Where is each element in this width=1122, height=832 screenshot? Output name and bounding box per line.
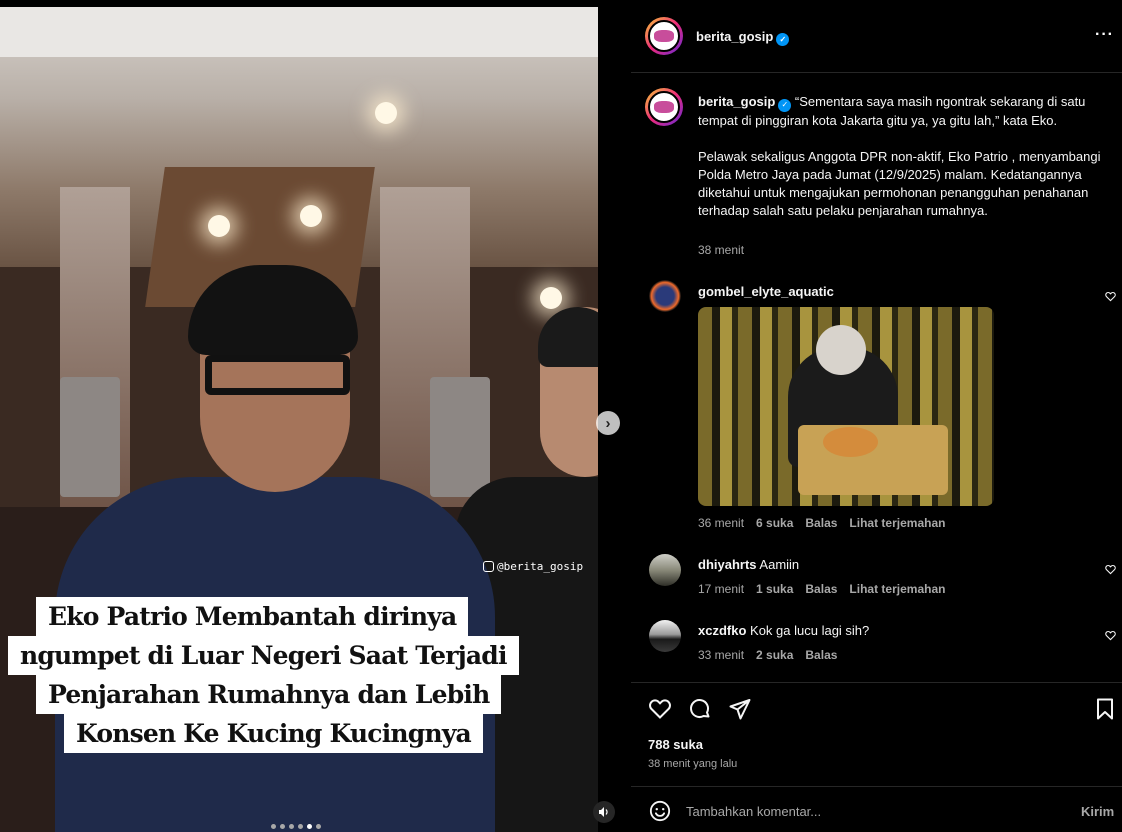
overlay-line: ngumpet di Luar Negeri Saat Terjadi bbox=[8, 636, 519, 675]
post-action-bar bbox=[631, 682, 1122, 732]
gif-figure-hair bbox=[816, 325, 866, 375]
see-translation-button[interactable]: Lihat terjemahan bbox=[849, 516, 945, 530]
ceiling-light bbox=[300, 205, 322, 227]
overlay-line: Penjarahan Rumahnya dan Lebih bbox=[36, 675, 502, 714]
speaker-icon bbox=[599, 807, 608, 817]
comment-meta: 36 menit 6 suka Balas Lihat terjemahan bbox=[698, 516, 945, 530]
post-header: berita_gosip ✓ ··· bbox=[631, 0, 1122, 73]
next-slide-button[interactable]: › bbox=[596, 411, 620, 435]
turnstile bbox=[60, 377, 120, 497]
watermark-text: @berita_gosip bbox=[497, 560, 584, 573]
verified-badge-icon: ✓ bbox=[776, 33, 790, 46]
comment-meta: 17 menit 1 suka Balas Lihat terjemahan bbox=[698, 582, 945, 596]
username-text[interactable]: berita_gosip bbox=[696, 29, 773, 44]
media-watermark: @berita_gosip bbox=[483, 560, 583, 573]
like-comment-heart-icon[interactable] bbox=[1105, 564, 1116, 575]
caption-timestamp[interactable]: 38 menit bbox=[698, 243, 744, 257]
carousel-dot bbox=[298, 824, 303, 829]
comment-text: dhiyahrts Aamiin bbox=[698, 557, 799, 572]
emoji-icon[interactable] bbox=[649, 800, 671, 822]
see-translation-button[interactable]: Lihat terjemahan bbox=[849, 582, 945, 596]
gif-waffle bbox=[823, 427, 878, 457]
background-person-hair bbox=[538, 307, 598, 367]
more-options-icon[interactable]: ··· bbox=[1095, 26, 1114, 44]
comment-bubble-icon[interactable] bbox=[688, 697, 712, 721]
reply-button[interactable]: Balas bbox=[805, 648, 837, 662]
commenter-username[interactable]: gombel_elyte_aquatic bbox=[698, 284, 834, 299]
post-timestamp[interactable]: 38 menit yang lalu bbox=[648, 758, 737, 770]
carousel-dot bbox=[280, 824, 285, 829]
comment-likes[interactable]: 1 suka bbox=[756, 582, 793, 596]
reply-button[interactable]: Balas bbox=[805, 516, 837, 530]
comment-text: gombel_elyte_aquatic bbox=[698, 284, 834, 299]
commenter-avatar[interactable] bbox=[649, 620, 681, 652]
comment-text: xczdfko Kok ga lucu lagi sih? bbox=[698, 623, 869, 638]
comment-likes[interactable]: 6 suka bbox=[756, 516, 793, 530]
post-media[interactable]: @berita_gosip Eko Patrio Membantah dirin… bbox=[0, 7, 598, 832]
ceiling-light bbox=[375, 102, 397, 124]
caption-body: Pelawak sekaligus Anggota DPR non-aktif,… bbox=[698, 148, 1101, 218]
commenter-avatar[interactable] bbox=[649, 554, 681, 586]
comment-time[interactable]: 33 menit bbox=[698, 648, 744, 662]
comment-gif[interactable] bbox=[698, 307, 994, 506]
like-heart-icon[interactable] bbox=[648, 697, 672, 721]
verified-badge-icon: ✓ bbox=[778, 98, 792, 112]
share-send-icon[interactable] bbox=[728, 697, 752, 721]
post-comment-button[interactable]: Kirim bbox=[1081, 804, 1114, 819]
comment-time[interactable]: 17 menit bbox=[698, 582, 744, 596]
author-avatar[interactable] bbox=[645, 17, 683, 55]
mute-toggle-button[interactable] bbox=[593, 801, 615, 823]
post-side-panel: berita_gosip ✓ ··· berita_gosip ✓ “Sementa… bbox=[631, 0, 1122, 832]
chevron-right-icon: › bbox=[605, 414, 611, 432]
commenter-avatar[interactable] bbox=[649, 280, 681, 312]
instagram-icon bbox=[483, 561, 494, 572]
like-count[interactable]: 788 suka bbox=[648, 737, 703, 752]
carousel-dot bbox=[316, 824, 321, 829]
reply-button[interactable]: Balas bbox=[805, 582, 837, 596]
overlay-line: Konsen Ke Kucing Kucingnya bbox=[64, 714, 483, 753]
video-overlay-caption: Eko Patrio Membantah dirinya ngumpet di … bbox=[8, 597, 519, 753]
author-avatar[interactable] bbox=[645, 88, 683, 126]
commenter-username[interactable]: dhiyahrts bbox=[698, 557, 757, 572]
comment-likes[interactable]: 2 suka bbox=[756, 648, 793, 662]
caption-username[interactable]: berita_gosip bbox=[698, 94, 775, 109]
carousel-dot bbox=[289, 824, 294, 829]
like-comment-heart-icon[interactable] bbox=[1105, 630, 1116, 641]
carousel-dot bbox=[307, 824, 312, 829]
carousel-dot bbox=[271, 824, 276, 829]
bookmark-icon[interactable] bbox=[1093, 697, 1117, 721]
speaker-glasses bbox=[205, 355, 350, 395]
add-comment-bar: Kirim bbox=[631, 786, 1122, 832]
comment-input[interactable] bbox=[686, 799, 1026, 823]
ceiling-light bbox=[540, 287, 562, 309]
commenter-username[interactable]: xczdfko bbox=[698, 623, 746, 638]
ceiling-light bbox=[208, 215, 230, 237]
turnstile bbox=[430, 377, 490, 497]
post-caption: berita_gosip ✓ “Sementara saya masih ngon… bbox=[698, 93, 1108, 238]
carousel-indicator bbox=[271, 824, 321, 829]
comment-body: Aamiin bbox=[759, 557, 800, 572]
comment-time[interactable]: 36 menit bbox=[698, 516, 744, 530]
comment-meta: 33 menit 2 suka Balas bbox=[698, 648, 837, 662]
media-letterbox bbox=[0, 7, 598, 57]
like-comment-heart-icon[interactable] bbox=[1105, 291, 1116, 302]
overlay-line: Eko Patrio Membantah dirinya bbox=[36, 597, 469, 636]
comment-body: Kok ga lucu lagi sih? bbox=[750, 623, 870, 638]
author-username-header[interactable]: berita_gosip ✓ bbox=[696, 29, 790, 46]
